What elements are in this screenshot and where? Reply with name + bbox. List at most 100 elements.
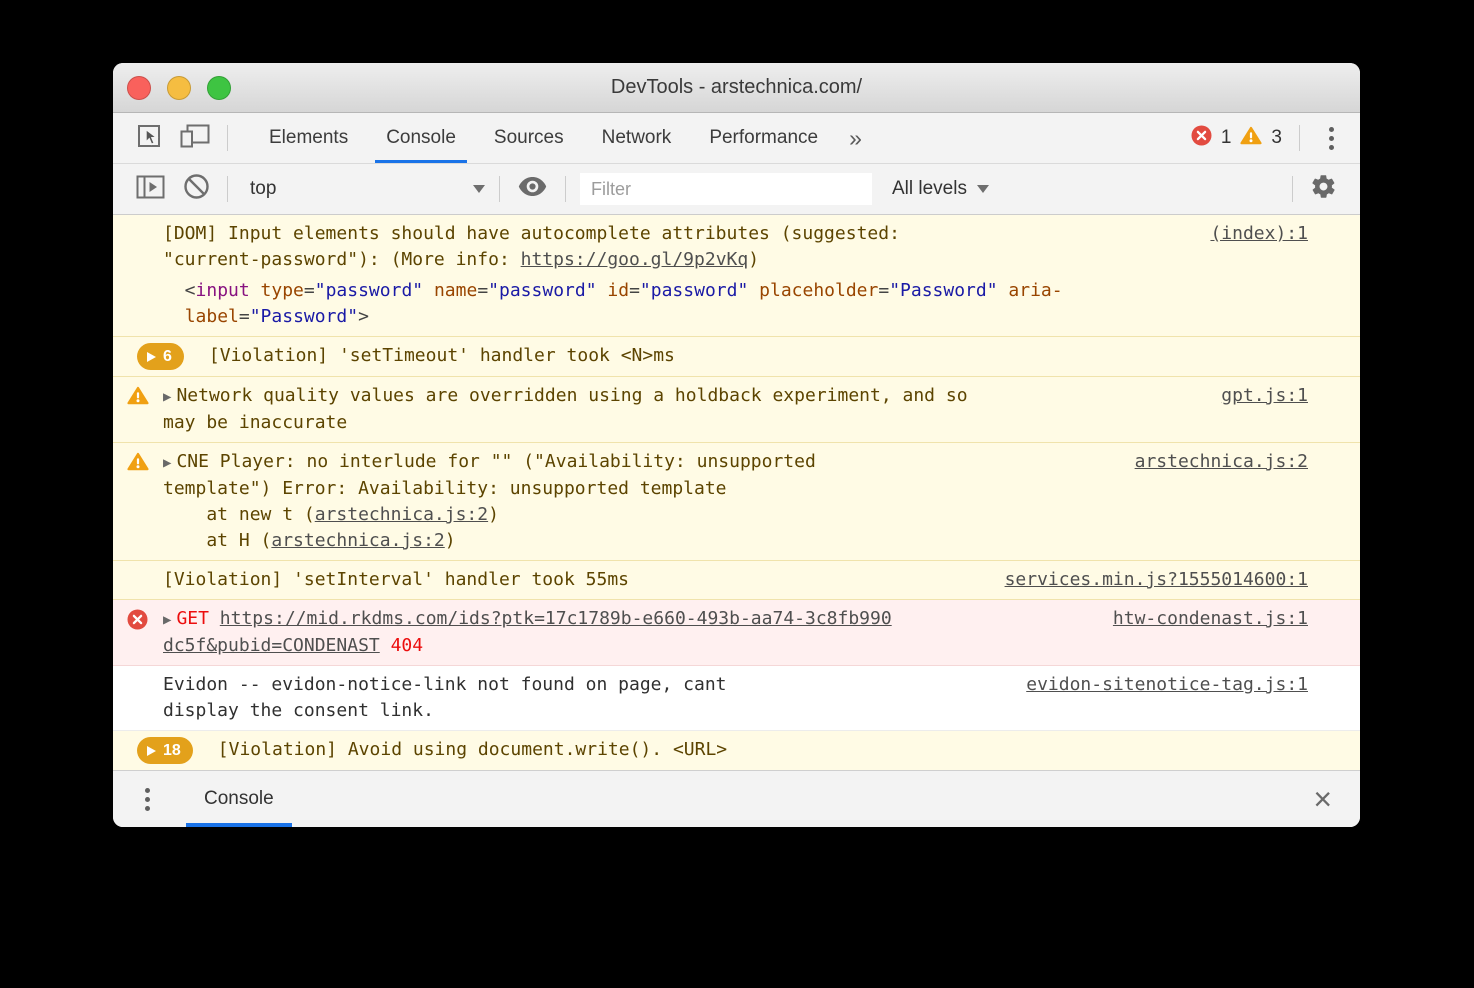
message-text: [Violation] 'setInterval' handler took 5…: [163, 567, 985, 593]
text-segment: [Violation] Avoid using document.write()…: [218, 739, 727, 760]
console-message: 18 [Violation] Avoid using document.write…: [113, 731, 1360, 770]
source-link[interactable]: gpt.js:1: [1221, 383, 1308, 409]
zoom-window-button[interactable]: [207, 76, 231, 100]
message-text: ▶ Network quality values are overridden u…: [163, 383, 1201, 436]
text-segment: >: [358, 306, 369, 327]
source-link[interactable]: evidon-sitenotice-tag.js:1: [1026, 672, 1308, 698]
inspect-cursor-icon: [136, 123, 162, 154]
message-gutter: [127, 221, 163, 224]
status-cluster: 1 3: [1191, 125, 1346, 151]
drawer-bar: Console ×: [113, 770, 1360, 827]
drawer-menu-button[interactable]: [133, 788, 162, 811]
message-link[interactable]: https://goo.gl/9p2vKq: [521, 249, 749, 270]
close-window-button[interactable]: [127, 76, 151, 100]
source-link[interactable]: services.min.js?1555014600:1: [1005, 567, 1308, 593]
message-text: ▶ GET https://mid.rkdms.com/ids?ptk=17c17…: [163, 606, 1093, 659]
text-segment: ): [445, 530, 456, 551]
divider: [227, 176, 228, 202]
eye-icon: [517, 175, 548, 203]
text-segment: =: [878, 280, 889, 301]
message-link[interactable]: https://mid.rkdms.com/ids?ptk=17c1789b-e…: [220, 608, 892, 629]
message-line: ▶ GET https://mid.rkdms.com/ids?ptk=17c17…: [163, 606, 1093, 633]
message-line: template") Error: Availability: unsuppor…: [163, 476, 1115, 502]
message-line: [Violation] Avoid using document.write()…: [218, 737, 1308, 763]
repeat-count-badge[interactable]: 18: [137, 737, 193, 764]
warning-icon: [127, 383, 163, 413]
repeat-count-badge[interactable]: 6: [137, 343, 184, 370]
device-toolbar-button[interactable]: [171, 113, 219, 163]
panel-tabs: ElementsConsoleSourcesNetworkPerformance: [250, 113, 837, 163]
disclosure-triangle-icon[interactable]: ▶: [163, 389, 171, 405]
tab-performance[interactable]: Performance: [694, 113, 833, 163]
text-segment: =: [239, 306, 250, 327]
warning-badge-icon[interactable]: [1240, 126, 1262, 150]
devtools-window: DevTools - arstechnica.com/ ElementsCons…: [113, 63, 1360, 827]
console-message: ▶CNE Player: no interlude for "" ("Avail…: [113, 443, 1360, 561]
text-segment: [Violation] 'setTimeout' handler took <N…: [209, 345, 675, 366]
error-badge-icon[interactable]: [1191, 125, 1212, 151]
context-selector[interactable]: top: [236, 178, 491, 200]
divider: [499, 176, 500, 202]
text-segment: [423, 280, 434, 301]
error-count: 1: [1221, 127, 1232, 149]
text-segment: name: [434, 280, 477, 301]
disclosure-triangle-icon[interactable]: ▶: [163, 612, 171, 628]
text-segment: "Password": [250, 306, 358, 327]
warning-count: 3: [1271, 127, 1282, 149]
window-title: DevTools - arstechnica.com/: [611, 76, 862, 99]
close-drawer-icon[interactable]: ×: [1305, 783, 1340, 815]
text-segment: [998, 280, 1009, 301]
context-selector-value: top: [250, 178, 276, 200]
chevron-down-icon: [977, 185, 989, 193]
message-line: [Violation] 'setInterval' handler took 5…: [163, 567, 985, 593]
filter-input[interactable]: [580, 173, 872, 205]
message-line: dc5f&pubid=CONDENAST 404: [163, 633, 1093, 659]
text-segment: 404: [391, 635, 424, 656]
traffic-lights: [127, 63, 231, 112]
clear-console-button[interactable]: [174, 164, 219, 214]
tab-elements[interactable]: Elements: [254, 113, 363, 163]
tab-network[interactable]: Network: [587, 113, 687, 163]
tab-sources[interactable]: Sources: [479, 113, 579, 163]
more-options-button[interactable]: [1317, 127, 1346, 150]
console-sidebar-toggle-button[interactable]: [127, 164, 174, 214]
disclosure-triangle-icon[interactable]: ▶: [163, 455, 171, 471]
divider: [227, 125, 228, 151]
divider: [1299, 125, 1300, 151]
message-text: [Violation] 'setTimeout' handler took <N…: [209, 343, 1308, 369]
message-line: "current-password"): (More info: https:/…: [163, 247, 1190, 273]
more-tabs-button[interactable]: »: [837, 125, 874, 152]
inspect-element-button[interactable]: [127, 113, 171, 163]
message-text: ▶CNE Player: no interlude for "" ("Avail…: [163, 449, 1115, 554]
message-link[interactable]: dc5f&pubid=CONDENAST: [163, 635, 380, 656]
text-segment: aria-: [1008, 280, 1062, 301]
tab-console[interactable]: Console: [371, 113, 471, 163]
text-segment: may be inaccurate: [163, 412, 347, 433]
console-toolbar: top All levels: [113, 164, 1360, 215]
console-settings-button[interactable]: [1301, 164, 1346, 214]
log-level-selector[interactable]: All levels: [892, 178, 989, 200]
text-segment: [748, 280, 759, 301]
live-expression-button[interactable]: [508, 164, 557, 214]
text-segment: Network quality values are overridden us…: [176, 385, 967, 406]
drawer-tab-label: Console: [204, 788, 274, 810]
message-link[interactable]: arstechnica.js:2: [315, 504, 488, 525]
source-link[interactable]: htw-condenast.js:1: [1113, 606, 1308, 632]
text-segment: Evidon -- evidon-notice-link not found o…: [163, 674, 727, 695]
log-level-value: All levels: [892, 178, 967, 200]
chevron-down-icon: [473, 185, 485, 193]
text-segment: at H (: [163, 530, 271, 551]
text-segment: [597, 280, 608, 301]
source-link[interactable]: (index):1: [1210, 221, 1308, 247]
text-segment: GET: [176, 608, 219, 629]
message-link[interactable]: arstechnica.js:2: [271, 530, 444, 551]
text-segment: "password": [315, 280, 423, 301]
source-link[interactable]: arstechnica.js:2: [1135, 449, 1308, 475]
console-log: [DOM] Input elements should have autocom…: [113, 215, 1360, 770]
text-segment: template") Error: Availability: unsuppor…: [163, 478, 727, 499]
minimize-window-button[interactable]: [167, 76, 191, 100]
text-segment: ): [748, 249, 759, 270]
drawer-tab-console[interactable]: Console: [186, 771, 292, 827]
message-line: at H (arstechnica.js:2): [163, 528, 1115, 554]
text-segment: placeholder: [759, 280, 878, 301]
